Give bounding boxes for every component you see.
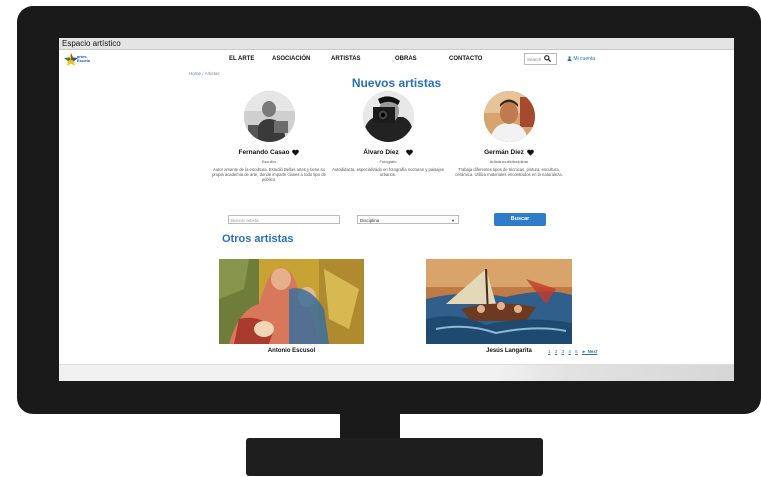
page-link[interactable]: 2 xyxy=(555,349,558,354)
window-title: Espacio artístico xyxy=(62,39,121,48)
screen: Espacio artístico artes Esceta EL ARTE A… xyxy=(59,38,734,381)
artist-name-text: Germán Díez xyxy=(484,149,524,157)
artist-role: Escultor xyxy=(261,159,277,165)
artwork-image[interactable] xyxy=(219,259,364,344)
artist-card: Germán Díez Artista multidisciplinar Tra… xyxy=(449,91,569,177)
discipline-select[interactable]: Disciplina ▼ xyxy=(357,215,459,224)
pagination: 1 2 3 4 5 ► Next xyxy=(548,349,600,354)
artist-avatar[interactable] xyxy=(362,91,414,142)
artist-avatar[interactable] xyxy=(483,91,535,142)
nav-item-el-arte[interactable]: EL ARTE xyxy=(229,56,254,62)
artist-description: Autodidacta, especializado en fotografía… xyxy=(332,167,444,178)
user-icon xyxy=(567,56,572,62)
artist-description: Trabaja diferentes tipos de técnicas, pi… xyxy=(455,167,563,178)
next-page-link[interactable]: ► Next xyxy=(582,349,597,354)
page-footer xyxy=(59,364,734,381)
artist-role: Fotógrafo xyxy=(379,159,397,165)
discipline-select-value: Disciplina xyxy=(360,218,380,223)
nav-item-obras[interactable]: OBRAS xyxy=(395,56,417,62)
artist-name-text: Fernando Casao xyxy=(238,149,290,157)
page-link[interactable]: 5 xyxy=(575,349,578,354)
artwork-image[interactable] xyxy=(426,259,572,344)
search-button[interactable]: Buscar xyxy=(494,213,546,226)
chevron-down-icon: ▼ xyxy=(451,218,455,223)
search-input[interactable]: Search xyxy=(524,53,557,65)
artist-search-input[interactable]: Buscar artista xyxy=(228,215,340,224)
artist-role: Artista multidisciplinar xyxy=(489,159,529,165)
artist-name-text: Álvaro Díez xyxy=(363,149,399,157)
other-artists-heading: Otros artistas xyxy=(222,233,294,245)
artist-name[interactable]: Fernando Casao xyxy=(209,149,329,156)
account-link[interactable]: Mi cuenta xyxy=(567,56,595,62)
page-link[interactable]: 3 xyxy=(562,349,565,354)
artist-card: Álvaro Díez Fotógrafo Autodidacta, espec… xyxy=(328,91,448,177)
logo-text: artes Esceta xyxy=(77,54,90,63)
nav-item-artistas[interactable]: ARTISTAS xyxy=(331,56,361,62)
heart-icon[interactable] xyxy=(405,149,413,156)
page-link[interactable]: 1 xyxy=(548,349,551,354)
artist-card: Fernando Casao Escultor Autor amante de … xyxy=(209,91,329,182)
artist-name[interactable]: Álvaro Díez xyxy=(328,149,448,156)
account-label: Mi cuenta xyxy=(573,56,596,62)
artist-description: Autor amante de la escultura. Estudió Be… xyxy=(212,167,326,183)
next-page-label: Next xyxy=(587,349,598,354)
logo-star-icon xyxy=(64,53,78,66)
page-link[interactable]: 4 xyxy=(568,349,571,354)
heart-icon[interactable] xyxy=(527,149,534,156)
window-titlebar: Espacio artístico xyxy=(59,38,734,50)
artist-avatar[interactable] xyxy=(243,91,295,142)
nav-item-contacto[interactable]: CONTACTO xyxy=(449,56,482,62)
artist-name[interactable]: Germán Díez xyxy=(449,149,569,156)
site-logo[interactable]: artes Esceta xyxy=(64,53,92,66)
new-artists-heading: Nuevos artistas xyxy=(351,76,442,90)
search-icon[interactable] xyxy=(544,55,551,62)
monitor-stand-base xyxy=(246,438,543,476)
heart-icon[interactable] xyxy=(292,149,300,156)
screen-glare xyxy=(499,365,734,381)
artwork-artist-name[interactable]: Antonio Escusol xyxy=(219,348,364,354)
nav-item-asociacion[interactable]: ASOCIACIÓN xyxy=(272,56,310,62)
